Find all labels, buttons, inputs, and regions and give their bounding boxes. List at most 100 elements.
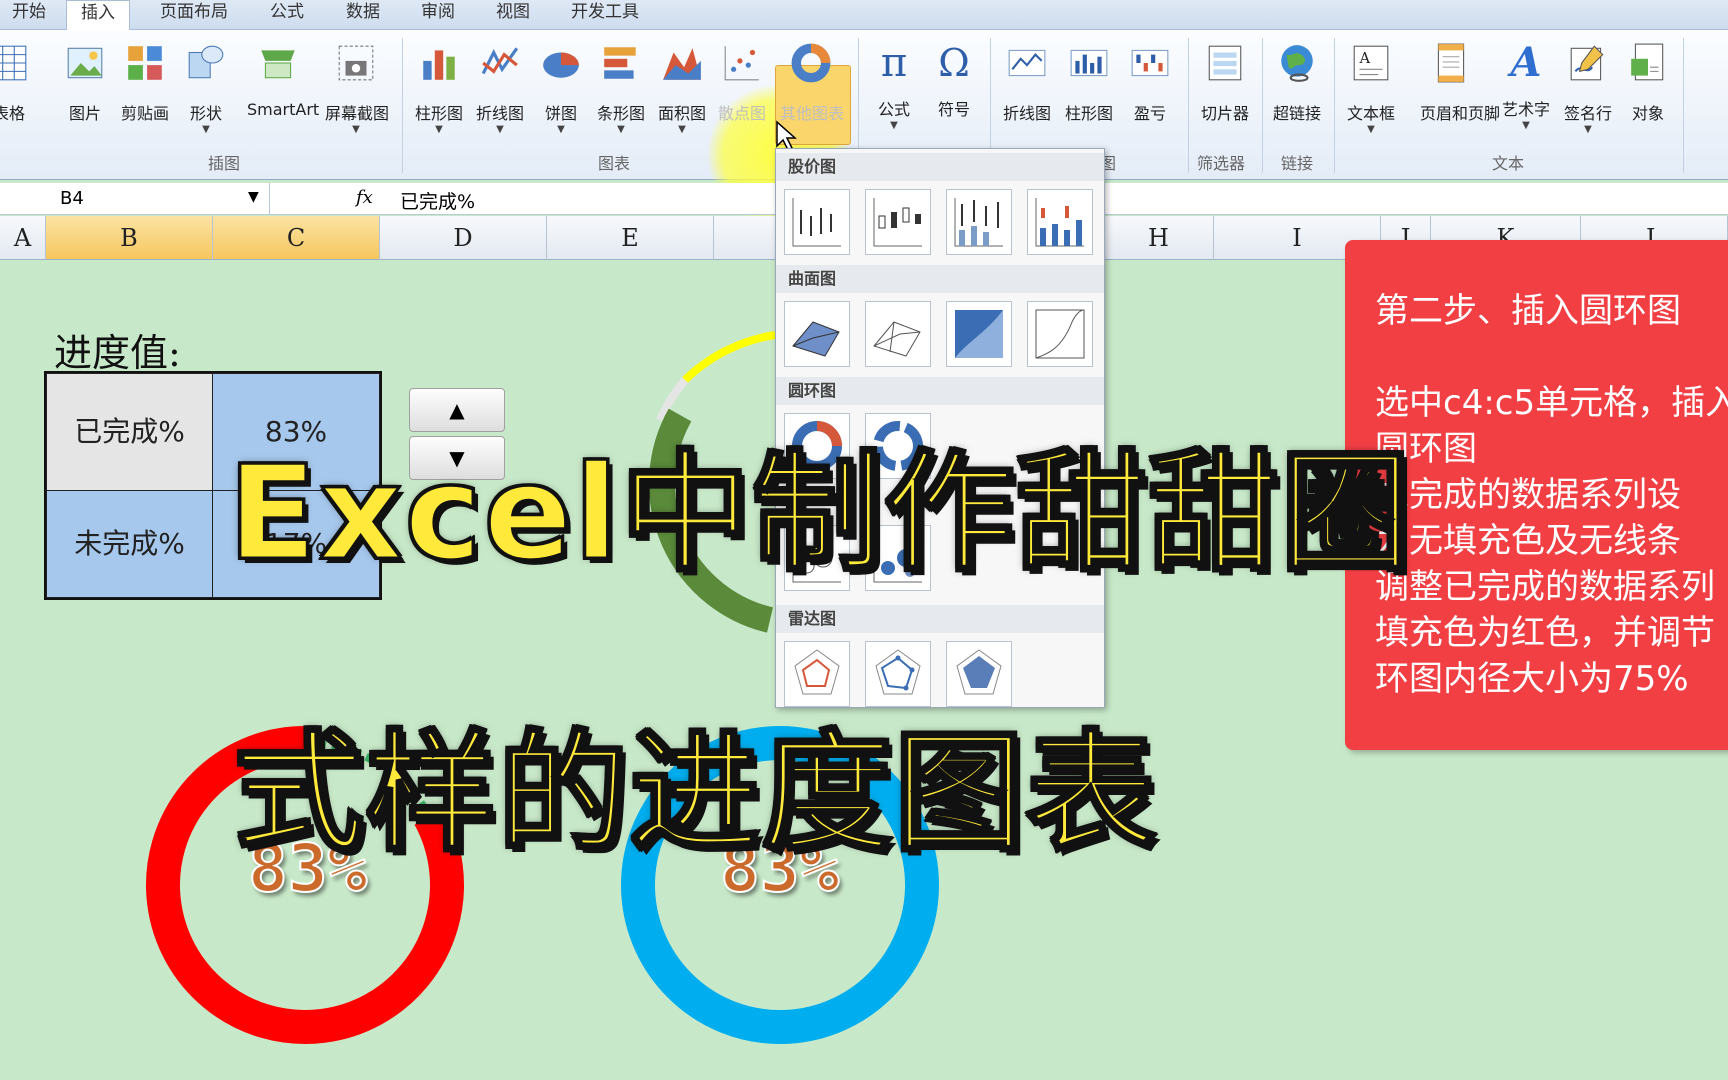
header-footer-button[interactable]: 页眉和页脚 <box>1420 38 1500 148</box>
sparkline-column-icon <box>1070 49 1108 77</box>
wordart-button[interactable]: A 艺术字 ▼ <box>1495 38 1557 148</box>
surface-chart-thumb-4[interactable] <box>1027 301 1093 367</box>
ribbon-separator <box>1334 38 1335 173</box>
slicer-button[interactable]: 切片器 <box>1194 38 1256 148</box>
chevron-down-icon: ▼ <box>1522 120 1530 131</box>
tab-view[interactable]: 视图 <box>496 0 530 30</box>
note-line: 环图内径大小为75% <box>1375 659 1689 699</box>
chevron-down-icon: ▼ <box>352 124 360 135</box>
object-button[interactable]: 对象 <box>1617 38 1679 148</box>
pie-chart-icon <box>543 52 579 78</box>
line-chart-button[interactable]: 折线图 ▼ <box>469 38 531 148</box>
stock-chart-thumb-4[interactable] <box>1027 189 1093 255</box>
surface-chart-icon <box>792 321 840 357</box>
stock-chart-icon <box>792 198 841 247</box>
textbox-button[interactable]: A 文本框 ▼ <box>1340 38 1402 148</box>
stock-chart-thumb-2[interactable] <box>865 189 931 255</box>
equation-button[interactable]: π 公式 ▼ <box>863 38 925 148</box>
stock-chart-thumb-3[interactable] <box>946 189 1012 255</box>
section-radar: 雷达图 <box>776 605 1104 633</box>
screenshot-button[interactable]: 屏幕截图 ▼ <box>325 38 389 148</box>
clipart-icon <box>128 46 162 80</box>
camera-icon <box>338 45 374 81</box>
pie-chart-button[interactable]: 饼图 ▼ <box>530 38 592 148</box>
tab-home[interactable]: 开始 <box>12 0 46 30</box>
column-chart-button[interactable]: 柱形图 ▼ <box>408 38 470 148</box>
stock-chart-icon <box>1035 198 1084 247</box>
fx-icon[interactable]: fx <box>356 187 373 208</box>
tab-developer[interactable]: 开发工具 <box>571 0 639 30</box>
column-header-b[interactable]: B <box>46 216 213 260</box>
chevron-down-icon: ▼ <box>617 124 625 135</box>
signature-icon <box>1570 45 1604 81</box>
stock-chart-thumb-1[interactable] <box>784 189 850 255</box>
picture-icon <box>67 47 103 79</box>
column-header-e[interactable]: E <box>547 216 714 260</box>
note-line: 调整已完成的数据系列 <box>1375 567 1715 607</box>
formula-input[interactable]: 已完成% <box>400 187 475 214</box>
line-chart-icon <box>481 47 519 75</box>
tab-review[interactable]: 审阅 <box>421 0 455 30</box>
overlay-title-line2: 式样的进度图表 <box>232 716 1159 871</box>
area-chart-button[interactable]: 面积图 ▼ <box>651 38 713 148</box>
scatter-chart-button[interactable]: 散点图 <box>711 38 773 148</box>
winloss-icon <box>1131 49 1169 77</box>
textbox-icon: A <box>1353 45 1389 81</box>
tab-formulas[interactable]: 公式 <box>270 0 304 30</box>
column-header-c[interactable]: C <box>213 216 380 260</box>
object-icon <box>1631 43 1664 81</box>
chevron-down-icon: ▼ <box>435 124 443 135</box>
progress-label: 进度值: <box>54 331 181 375</box>
header-footer-icon <box>1437 43 1465 83</box>
shapes-button[interactable]: 形状 ▼ <box>175 38 237 148</box>
contour-chart-icon <box>955 310 1003 358</box>
chevron-down-icon: ▼ <box>678 124 686 135</box>
sparkline-line-icon <box>1008 49 1046 77</box>
picture-button[interactable]: 图片 <box>54 38 116 148</box>
sparkline-line-button[interactable]: 折线图 <box>996 38 1058 148</box>
chevron-down-icon: ▼ <box>202 124 210 135</box>
ribbon-tab-bar: 开始 插入 页面布局 公式 数据 审阅 视图 开发工具 <box>0 0 1728 31</box>
bar-chart-button[interactable]: 条形图 ▼ <box>590 38 652 148</box>
sparkline-column-button[interactable]: 柱形图 <box>1058 38 1120 148</box>
symbol-button[interactable]: Ω 符号 <box>923 38 985 148</box>
wireframe-chart-icon <box>873 321 921 357</box>
note-line: 圆环图 <box>1375 429 1477 469</box>
column-header-h[interactable]: H <box>1104 216 1214 260</box>
signature-line-button[interactable]: 签名行 ▼ <box>1557 38 1619 148</box>
column-header-a[interactable]: A <box>0 216 46 260</box>
clipart-button[interactable]: 剪贴画 <box>114 38 176 148</box>
section-surface: 曲面图 <box>776 265 1104 293</box>
stock-chart-icon <box>873 198 922 247</box>
note-line: 填充色为红色，并调节 <box>1375 613 1715 653</box>
chevron-down-icon[interactable]: ▼ <box>248 189 259 205</box>
column-header-d[interactable]: D <box>380 216 547 260</box>
scatter-chart-icon <box>724 46 759 81</box>
surface-chart-thumb-3[interactable] <box>946 301 1012 367</box>
group-illustrations-label: 插图 <box>208 154 241 173</box>
wireframe-contour-icon <box>1035 309 1085 359</box>
donut-chart-icon <box>791 43 831 83</box>
column-header-f[interactable] <box>714 216 776 260</box>
chevron-down-icon: ▼ <box>1584 124 1592 135</box>
svg-text:A: A <box>1358 50 1370 67</box>
sparkline-winloss-button[interactable]: 盈亏 <box>1119 38 1181 148</box>
note-line: 未完成的数据系列设 <box>1375 475 1681 515</box>
tab-insert[interactable]: 插入 <box>66 0 130 31</box>
surface-chart-thumb-1[interactable] <box>784 301 850 367</box>
name-box[interactable]: B4 <box>0 183 270 215</box>
group-charts-label: 图表 <box>598 154 631 173</box>
hyperlink-button[interactable]: 超链接 <box>1266 38 1328 148</box>
group-text-label: 文本 <box>1492 154 1525 173</box>
pi-icon: π <box>880 40 908 86</box>
section-doughnut: 圆环图 <box>776 377 1104 405</box>
bar-chart-icon <box>604 47 636 79</box>
table-button[interactable]: 表格 <box>0 38 40 148</box>
note-line: 选中c4:c5单元格，插入 <box>1375 383 1728 423</box>
tab-page-layout[interactable]: 页面布局 <box>160 0 228 30</box>
surface-chart-thumb-2[interactable] <box>865 301 931 367</box>
tab-data[interactable]: 数据 <box>346 0 380 30</box>
ribbon-separator <box>1188 38 1189 173</box>
smartart-button[interactable]: SmartArt <box>247 38 319 148</box>
ribbon-separator <box>402 38 403 173</box>
